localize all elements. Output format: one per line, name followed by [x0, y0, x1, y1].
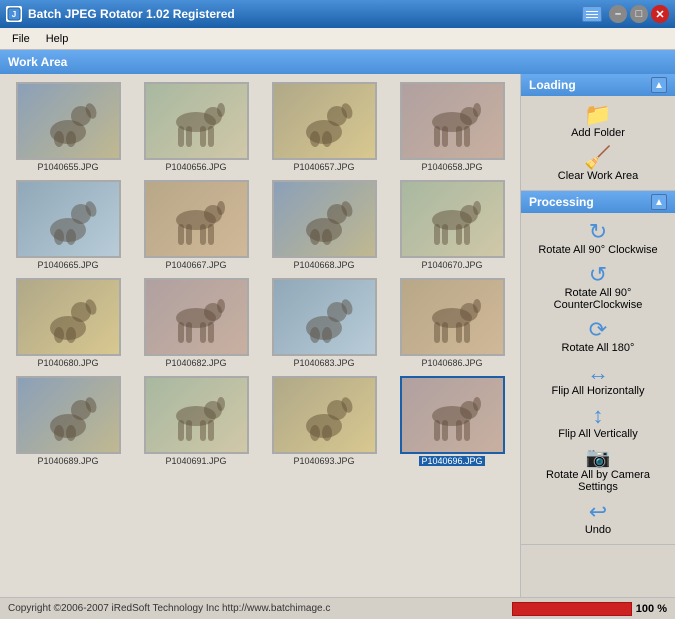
flip-h-label: Flip All Horizontally	[552, 385, 645, 397]
loading-collapse-btn[interactable]: ▲	[651, 77, 667, 93]
image-cell[interactable]: P1040670.JPG	[390, 178, 514, 272]
progress-bar-container	[512, 602, 632, 616]
undo-button[interactable]: Undo	[533, 499, 663, 538]
image-cell[interactable]: P1040656.JPG	[134, 80, 258, 174]
flip-v-label: Flip All Vertically	[558, 428, 637, 440]
image-cell[interactable]: P1040696.JPG	[390, 374, 514, 468]
title-bar: J Batch JPEG Rotator 1.02 Registered – □…	[0, 0, 675, 28]
image-filename: P1040691.JPG	[165, 456, 226, 466]
menu-file[interactable]: File	[4, 31, 38, 47]
image-filename: P1040668.JPG	[293, 260, 354, 270]
copyright-text: Copyright ©2006-2007 iRedSoft Technology…	[8, 603, 512, 614]
rotate-ccw-icon	[589, 264, 607, 286]
image-filename: P1040686.JPG	[421, 358, 482, 368]
image-cell[interactable]: P1040691.JPG	[134, 374, 258, 468]
app-icon: J	[6, 6, 22, 22]
main-layout: P1040655.JPG P1040656.JPG P1040657.JPG P…	[0, 74, 675, 597]
undo-icon	[589, 501, 607, 523]
image-grid[interactable]: P1040655.JPG P1040656.JPG P1040657.JPG P…	[0, 74, 520, 597]
image-cell[interactable]: P1040658.JPG	[390, 80, 514, 174]
clear-work-area-button[interactable]: Clear Work Area	[533, 145, 663, 184]
image-filename: P1040667.JPG	[165, 260, 226, 270]
work-area-header: Work Area	[0, 50, 675, 74]
right-panel: Loading ▲ Add Folder Clear Work Area Pro…	[520, 74, 675, 597]
image-filename: P1040656.JPG	[165, 162, 226, 172]
image-filename: P1040682.JPG	[165, 358, 226, 368]
rotate-ccw-button[interactable]: Rotate All 90° CounterClockwise	[533, 262, 663, 313]
rotate-ccw-label: Rotate All 90° CounterClockwise	[537, 287, 659, 311]
restore-button[interactable]: □	[630, 5, 648, 23]
image-filename: P1040680.JPG	[37, 358, 98, 368]
image-filename: P1040689.JPG	[37, 456, 98, 466]
loading-section: Loading ▲ Add Folder Clear Work Area	[521, 74, 675, 191]
image-cell[interactable]: P1040657.JPG	[262, 80, 386, 174]
rotate-180-icon	[589, 319, 607, 341]
image-cell[interactable]: P1040665.JPG	[6, 178, 130, 272]
image-filename: P1040670.JPG	[421, 260, 482, 270]
undo-label: Undo	[585, 524, 611, 536]
image-filename: P1040658.JPG	[421, 162, 482, 172]
image-cell[interactable]: P1040680.JPG	[6, 276, 130, 370]
clear-icon	[584, 147, 611, 169]
image-cell[interactable]: P1040655.JPG	[6, 80, 130, 174]
flip-v-icon	[593, 405, 604, 427]
image-filename: P1040696.JPG	[419, 456, 484, 466]
add-folder-button[interactable]: Add Folder	[533, 102, 663, 141]
menu-bar: File Help	[0, 28, 675, 50]
rotate-cw-icon	[589, 221, 607, 243]
rotate-cw-button[interactable]: Rotate All 90° Clockwise	[533, 219, 663, 258]
minimize-button[interactable]: –	[609, 5, 627, 23]
image-filename: P1040665.JPG	[37, 260, 98, 270]
flip-h-button[interactable]: Flip All Horizontally	[533, 360, 663, 399]
processing-section-header: Processing ▲	[521, 191, 675, 213]
loading-section-content: Add Folder Clear Work Area	[521, 96, 675, 190]
clear-label: Clear Work Area	[558, 170, 639, 182]
image-cell[interactable]: P1040686.JPG	[390, 276, 514, 370]
image-cell[interactable]: P1040689.JPG	[6, 374, 130, 468]
image-cell[interactable]: P1040682.JPG	[134, 276, 258, 370]
rotate-camera-label: Rotate All by Camera Settings	[537, 469, 659, 493]
image-filename: P1040657.JPG	[293, 162, 354, 172]
rotate-cw-label: Rotate All 90° Clockwise	[538, 244, 657, 256]
status-bar: Copyright ©2006-2007 iRedSoft Technology…	[0, 597, 675, 619]
image-cell[interactable]: P1040693.JPG	[262, 374, 386, 468]
menu-help[interactable]: Help	[38, 31, 77, 47]
add-folder-icon	[584, 104, 611, 126]
processing-section-content: Rotate All 90° Clockwise Rotate All 90° C…	[521, 213, 675, 544]
image-cell[interactable]: P1040667.JPG	[134, 178, 258, 272]
rotate-camera-button[interactable]: Rotate All by Camera Settings	[533, 446, 663, 495]
rotate-180-label: Rotate All 180°	[562, 342, 635, 354]
title-menu-button[interactable]	[582, 6, 602, 22]
progress-label: 100 %	[636, 603, 667, 615]
image-filename: P1040693.JPG	[293, 456, 354, 466]
image-filename: P1040655.JPG	[37, 162, 98, 172]
rotate-180-button[interactable]: Rotate All 180°	[533, 317, 663, 356]
flip-v-button[interactable]: Flip All Vertically	[533, 403, 663, 442]
processing-collapse-btn[interactable]: ▲	[651, 194, 667, 210]
close-button[interactable]: ✕	[651, 5, 669, 23]
svg-text:J: J	[12, 10, 16, 19]
processing-section: Processing ▲ Rotate All 90° ClockwiseRot…	[521, 191, 675, 545]
image-cell[interactable]: P1040668.JPG	[262, 178, 386, 272]
image-filename: P1040683.JPG	[293, 358, 354, 368]
app-title: Batch JPEG Rotator 1.02 Registered	[28, 7, 582, 21]
loading-section-header: Loading ▲	[521, 74, 675, 96]
rotate-camera-icon	[586, 448, 611, 468]
image-cell[interactable]: P1040683.JPG	[262, 276, 386, 370]
progress-bar	[513, 603, 631, 615]
flip-h-icon	[587, 362, 609, 384]
add-folder-label: Add Folder	[571, 127, 625, 139]
